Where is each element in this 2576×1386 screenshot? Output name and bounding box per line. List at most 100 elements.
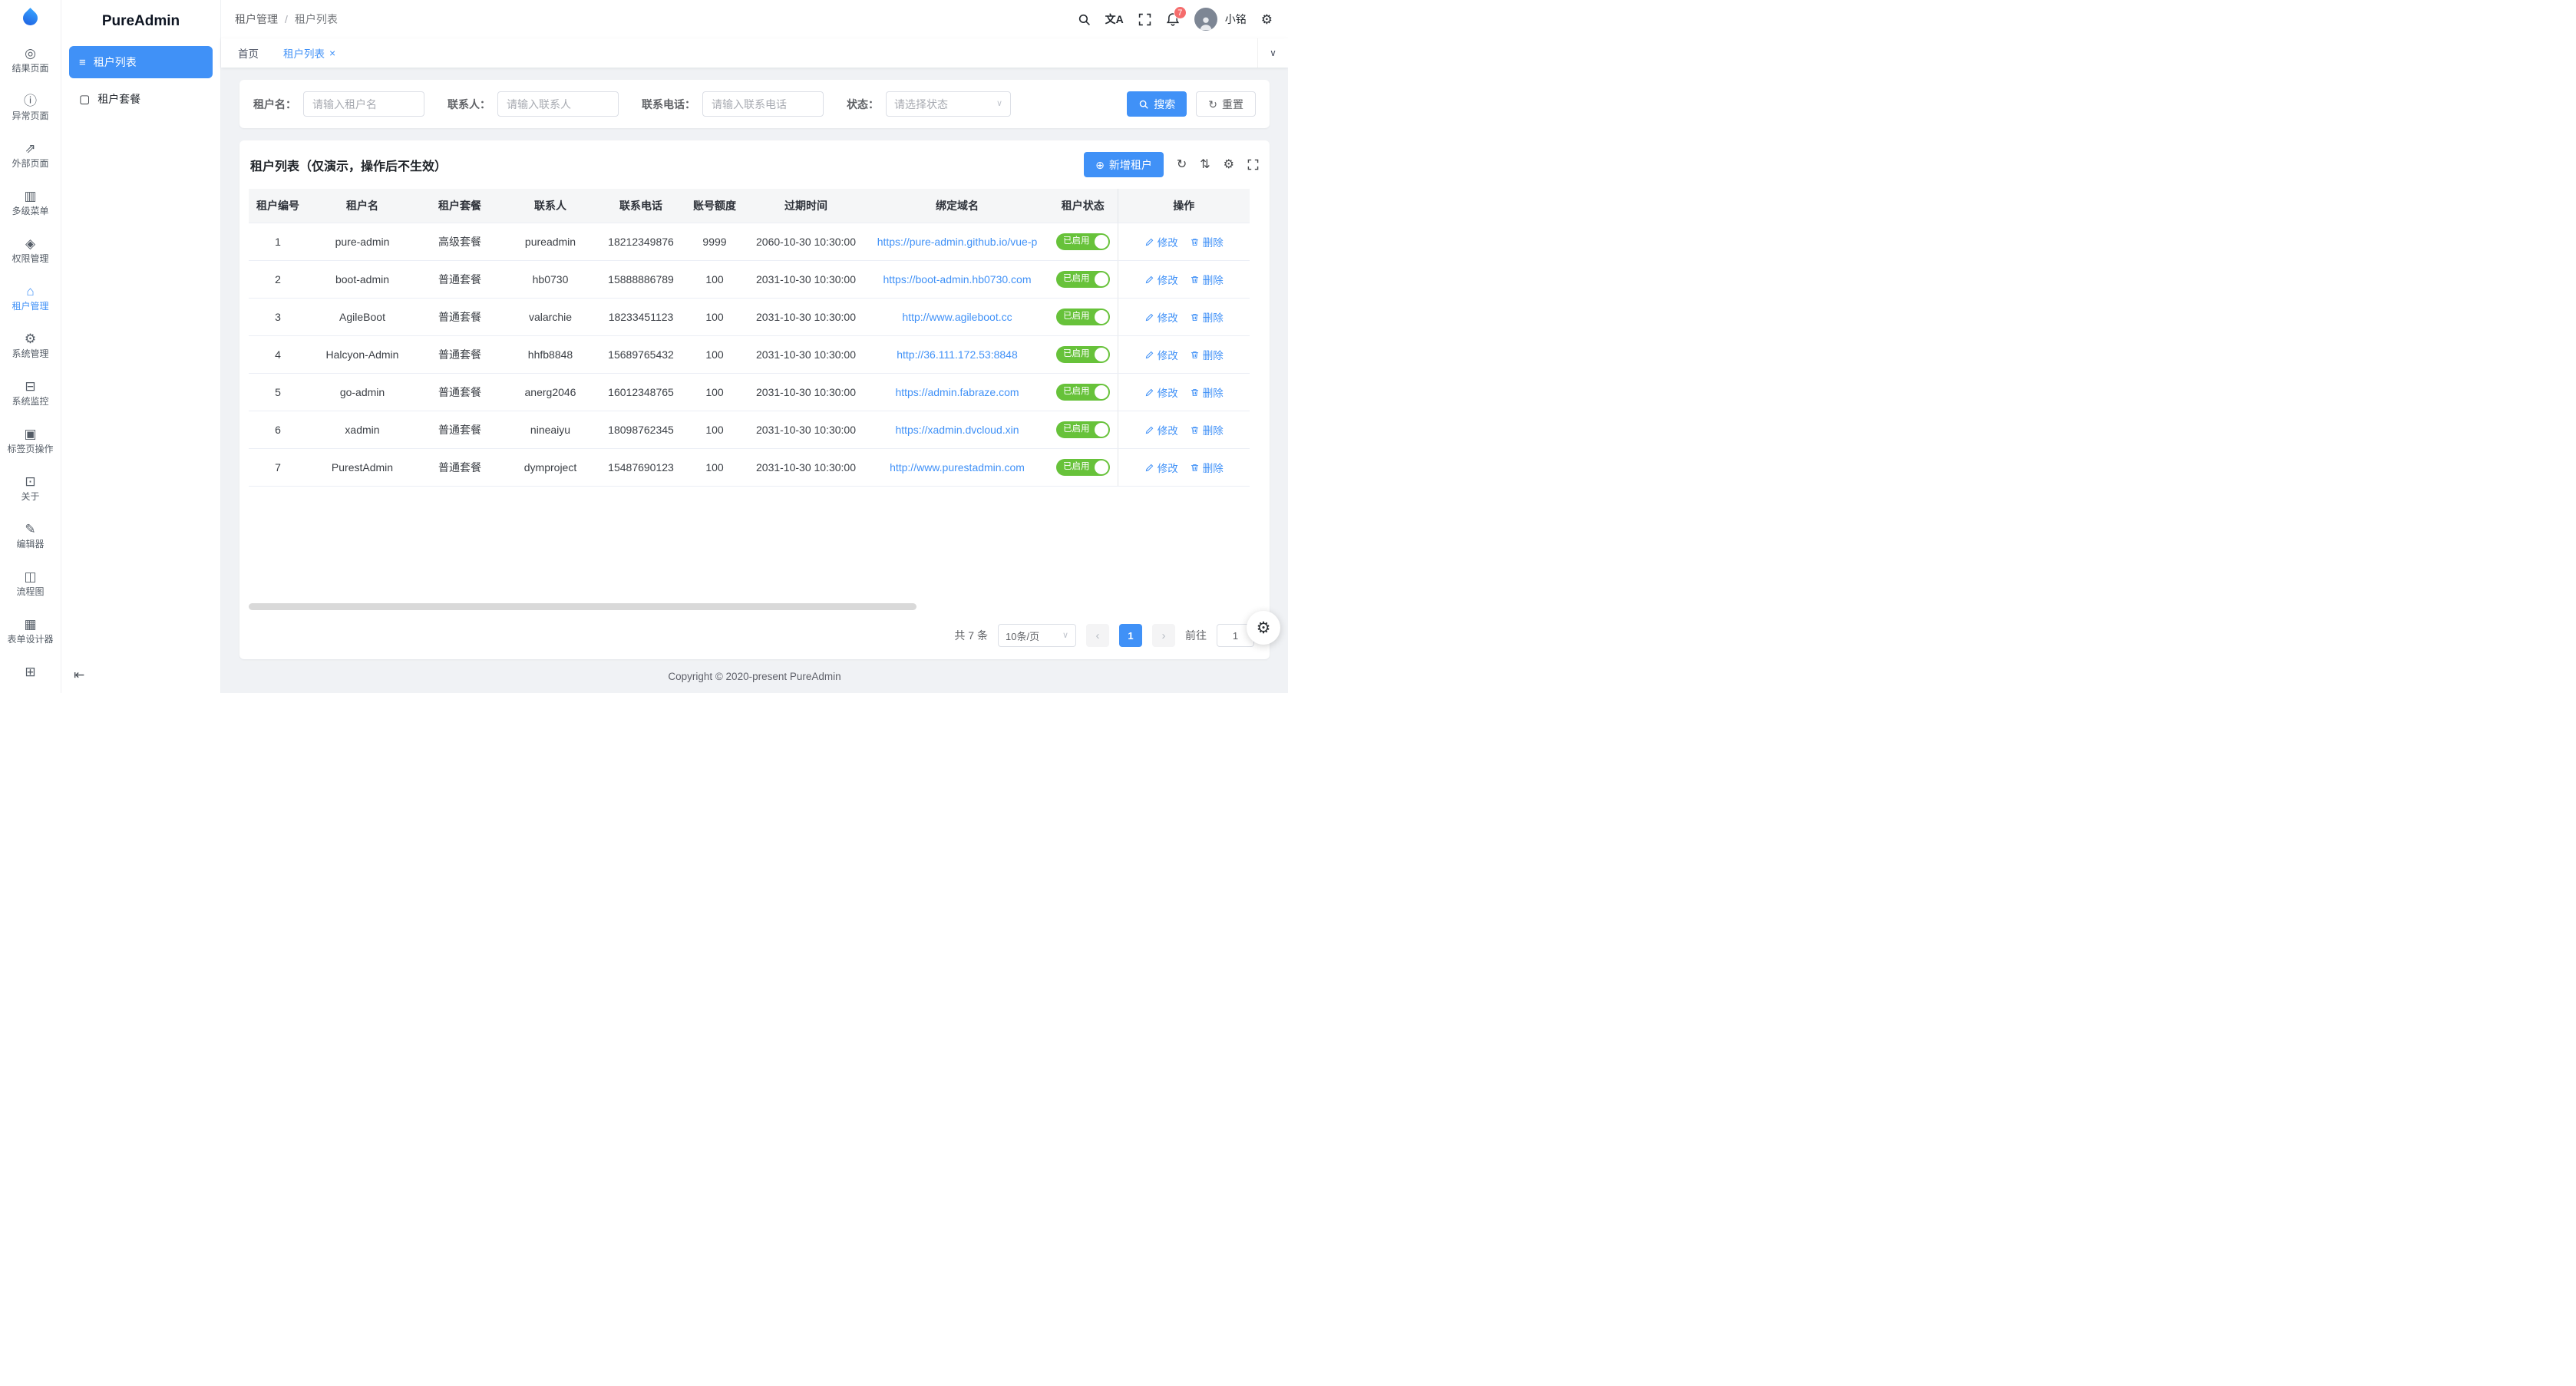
domain-link[interactable]: https://xadmin.dvcloud.xin [895,424,1019,436]
rail-item-8[interactable]: ▣标签页操作 [0,417,61,464]
edit-button[interactable]: 修改 [1144,422,1178,437]
rail-item-2[interactable]: ⇗外部页面 [0,131,61,179]
table-row-7: 7PurestAdmin普通套餐dymproject15487690123100… [249,449,1250,487]
cell-quota: 100 [683,261,746,299]
delete-button[interactable]: 删除 [1190,422,1224,437]
search-button[interactable]: 搜索 [1127,91,1187,117]
sidebar-item-0[interactable]: ≡租户列表 [69,46,213,78]
status-toggle[interactable]: 已启用 [1056,384,1110,401]
status-select[interactable]: 请选择状态∨ [886,91,1011,117]
avatar[interactable] [1194,8,1217,31]
table-row-5: 5go-admin普通套餐anerg2046160123487651002031… [249,374,1250,411]
rail-item-11[interactable]: ◫流程图 [0,559,61,607]
field-input-1[interactable] [497,91,619,117]
cell-domain: https://admin.fabraze.com [866,374,1049,411]
status-toggle[interactable]: 已启用 [1056,459,1110,476]
cell-id: 2 [249,261,307,299]
language-switch-icon[interactable]: 文A [1105,14,1124,25]
cell-contact: valarchie [502,299,599,336]
reset-button[interactable]: ↻ 重置 [1196,91,1256,117]
collapse-sidebar-icon[interactable]: ⇤ [74,668,84,683]
edit-button[interactable]: 修改 [1144,460,1178,475]
status-toggle[interactable]: 已启用 [1056,233,1110,250]
rail-item-10[interactable]: ✎编辑器 [0,512,61,559]
rail-item-4[interactable]: ◈权限管理 [0,226,61,274]
refresh-icon[interactable]: ↻ [1177,159,1187,171]
density-icon[interactable]: ⇅ [1200,159,1210,171]
status-toggle[interactable]: 已启用 [1056,421,1110,438]
app-title[interactable]: PureAdmin [61,0,220,43]
cell-expires: 2031-10-30 10:30:00 [746,261,866,299]
tab-0[interactable]: 首页 [226,38,271,68]
page-size-value: 10条/页 [1006,629,1039,643]
edit-button[interactable]: 修改 [1144,347,1178,362]
field-input-0[interactable] [303,91,424,117]
settings-gear-icon[interactable]: ⚙ [1261,13,1273,26]
domain-link[interactable]: http://www.purestadmin.com [890,461,1025,474]
topbar-actions: 文A 7 小铭 ⚙ [1078,8,1273,31]
trash-icon [1190,388,1200,398]
tabs-menu-button[interactable]: ∨ [1257,38,1288,68]
sidebar-item-1[interactable]: ▢租户套餐 [69,83,213,115]
delete-button[interactable]: 删除 [1190,460,1224,475]
about-icon: ⊡ [25,475,35,488]
delete-button[interactable]: 删除 [1190,234,1224,249]
edit-button[interactable]: 修改 [1144,272,1178,287]
cell-domain: https://pure-admin.github.io/vue-p [866,223,1049,261]
edit-button[interactable]: 修改 [1144,234,1178,249]
horizontal-scrollbar[interactable] [249,603,1260,610]
rail-item-1[interactable]: ⓘ异常页面 [0,84,61,131]
domain-link[interactable]: https://pure-admin.github.io/vue-p [877,236,1038,248]
fullscreen-icon[interactable] [1138,13,1151,26]
search-fields: 租户名：联系人：联系电话：状态：请选择状态∨ [253,91,1011,117]
prev-page-button[interactable]: ‹ [1086,624,1109,647]
rail-item-9[interactable]: ⊡关于 [0,464,61,512]
page-size-select[interactable]: 10条/页 ∨ [998,624,1076,647]
rail-item-0[interactable]: ◎结果页面 [0,36,61,84]
logo-button[interactable] [0,0,61,36]
breadcrumb-parent[interactable]: 租户管理 [235,12,278,27]
rail-item-12[interactable]: ▦表单设计器 [0,607,61,655]
rail-item-6[interactable]: ⚙系统管理 [0,322,61,369]
rail-item-13[interactable]: ⊞ [0,655,61,693]
domain-link[interactable]: https://admin.fabraze.com [895,386,1019,398]
column-header-4: 联系电话 [599,189,683,223]
rail-item-3[interactable]: ▥多级菜单 [0,179,61,226]
rail-item-label: 系统监控 [12,397,48,406]
add-tenant-button[interactable]: ⊕ 新增租户 [1084,152,1164,177]
page-1-button[interactable]: 1 [1119,624,1142,647]
next-page-button[interactable]: › [1152,624,1175,647]
cell-actions: 修改删除 [1118,374,1250,411]
close-tab-icon[interactable]: × [329,48,335,58]
theme-settings-float-button[interactable]: ⚙ [1247,611,1280,645]
username[interactable]: 小铭 [1225,12,1247,27]
column-settings-gear-icon[interactable]: ⚙ [1224,159,1234,171]
cell-plan: 普通套餐 [418,299,502,336]
status-toggle[interactable]: 已启用 [1056,271,1110,288]
domain-link[interactable]: http://www.agileboot.cc [902,311,1012,323]
delete-button[interactable]: 删除 [1190,309,1224,325]
edit-button[interactable]: 修改 [1144,384,1178,400]
rail-item-5[interactable]: ⌂租户管理 [0,274,61,322]
field-input-2[interactable] [702,91,824,117]
domain-link[interactable]: http://36.111.172.53:8848 [897,348,1018,361]
domain-link[interactable]: https://boot-admin.hb0730.com [883,273,1031,285]
notifications-bell-icon[interactable]: 7 [1166,12,1180,26]
table-fullscreen-icon[interactable] [1247,159,1259,170]
cell-id: 4 [249,336,307,374]
delete-button[interactable]: 删除 [1190,384,1224,400]
cell-plan: 普通套餐 [418,336,502,374]
rail-item-7[interactable]: ⊟系统监控 [0,369,61,417]
chevron-down-icon: ∨ [1270,48,1276,58]
cell-name: AgileBoot [307,299,418,336]
delete-button[interactable]: 删除 [1190,272,1224,287]
status-toggle[interactable]: 已启用 [1056,346,1110,363]
status-toggle[interactable]: 已启用 [1056,309,1110,325]
scrollbar-thumb[interactable] [249,603,916,610]
tab-1[interactable]: 租户列表× [271,38,348,68]
search-icon[interactable] [1078,13,1091,26]
cell-actions: 修改删除 [1118,449,1250,487]
delete-button[interactable]: 删除 [1190,347,1224,362]
cell-expires: 2031-10-30 10:30:00 [746,299,866,336]
edit-button[interactable]: 修改 [1144,309,1178,325]
